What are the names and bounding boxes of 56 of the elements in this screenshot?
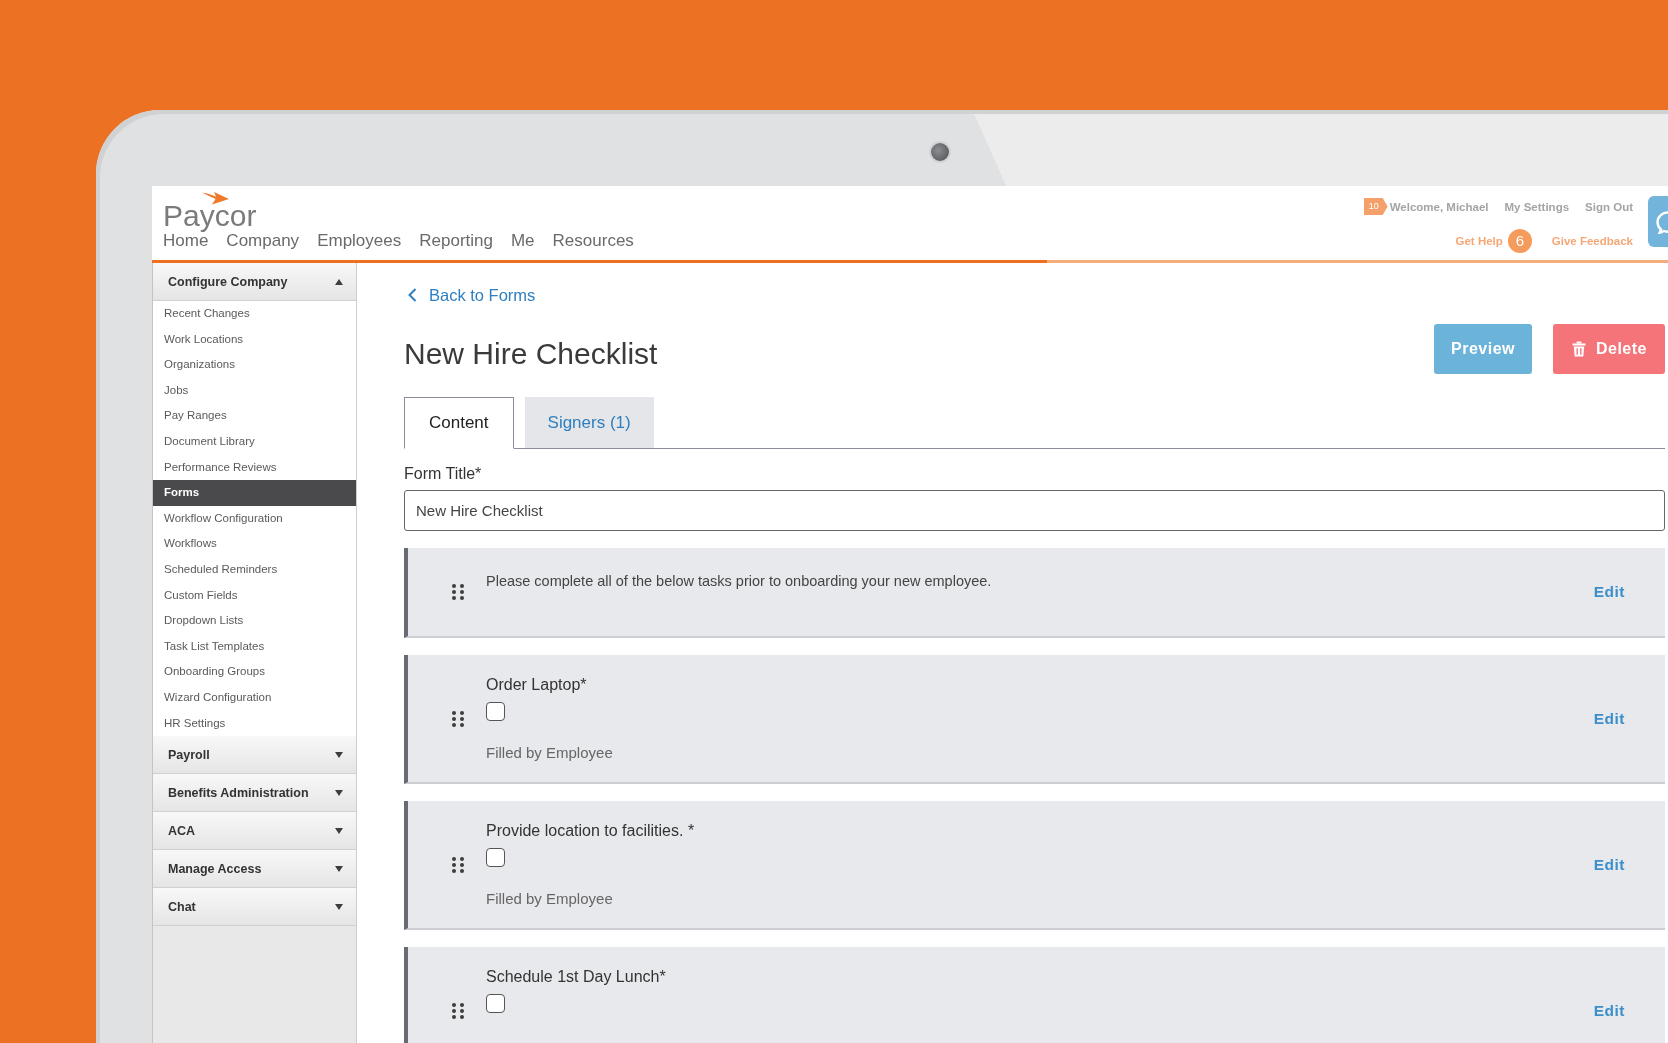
sidebar-item[interactable]: Pay Ranges: [153, 403, 356, 429]
sidebar-item[interactable]: Dropdown Lists: [153, 608, 356, 634]
nav-link[interactable]: Resources: [552, 231, 634, 251]
checkbox[interactable]: [486, 702, 505, 721]
help-count-badge: 6: [1507, 229, 1532, 253]
nav-link[interactable]: Employees: [317, 231, 402, 251]
chevron-left-icon: [408, 288, 417, 302]
sidebar-item[interactable]: Document Library: [153, 428, 356, 455]
instruction-text: Please complete all of the below tasks prior to onboarding your new employee.: [486, 572, 992, 591]
sidebar-section-header[interactable]: Benefits Administration: [153, 774, 356, 813]
nav-link[interactable]: Home: [163, 231, 209, 251]
nav-link[interactable]: Me: [510, 231, 535, 251]
sidebar-section-header[interactable]: Configure Company: [153, 263, 356, 301]
sidebar-section-header[interactable]: Chat: [153, 888, 356, 927]
assignee-text: Filled by Employee: [486, 743, 613, 763]
sidebar-item[interactable]: Recent Changes: [153, 301, 356, 327]
sidebar-section-header[interactable]: Manage Access: [153, 850, 356, 889]
drag-handle-icon[interactable]: [452, 856, 464, 873]
drag-handle-icon[interactable]: [452, 584, 464, 600]
field-label: Order Laptop*: [486, 675, 587, 695]
sidebar-item[interactable]: Performance Reviews: [153, 454, 356, 481]
sidebar-item[interactable]: Jobs: [153, 377, 356, 404]
drag-handle-icon[interactable]: [452, 710, 464, 727]
text-field[interactable]: New Hire Checklist: [404, 490, 1665, 531]
sidebar-section-header[interactable]: Payroll: [153, 736, 356, 775]
sidebar-section-header[interactable]: ACA: [153, 812, 356, 851]
sidebar-item[interactable]: Work Locations: [153, 326, 356, 353]
tab[interactable]: Content: [404, 397, 514, 449]
sidebar-item[interactable]: Workflows: [153, 531, 356, 557]
drag-handle-icon[interactable]: [452, 1002, 464, 1019]
sidebar-item[interactable]: Workflow Configuration: [153, 505, 356, 532]
brand-logo: Paycor: [163, 205, 257, 234]
sidebar-item[interactable]: Custom Fields: [153, 582, 356, 609]
checkbox[interactable]: [486, 994, 505, 1013]
sidebar-item[interactable]: HR Settings: [153, 710, 356, 737]
sidebar-item[interactable]: Organizations: [153, 352, 356, 378]
checkbox[interactable]: [486, 848, 505, 867]
welcome-text: Welcome, Michael: [1389, 200, 1489, 213]
field-label: Form Title*: [404, 464, 482, 484]
nav-link[interactable]: Reporting: [419, 231, 493, 251]
camera-lens: [929, 141, 951, 163]
sidebar-item[interactable]: Scheduled Reminders: [153, 556, 356, 583]
swoosh-icon: [202, 192, 229, 205]
sidebar-item[interactable]: Task List Templates: [153, 633, 356, 660]
back-link[interactable]: Back to Forms: [408, 285, 536, 305]
nav-link[interactable]: Company: [226, 231, 300, 251]
sidebar-item[interactable]: Onboarding Groups: [153, 659, 356, 685]
field-label: Schedule 1st Day Lunch*: [486, 967, 666, 987]
field-label: Provide location to facilities. *: [486, 821, 695, 841]
sidebar-item[interactable]: Forms: [153, 480, 356, 506]
sidebar-item[interactable]: Wizard Configuration: [153, 684, 356, 711]
tab[interactable]: Signers (1): [524, 397, 654, 448]
assignee-text: Filled by Employee: [486, 889, 613, 909]
chat-icon: [1655, 209, 1668, 234]
trash-icon: [1571, 341, 1586, 357]
page-title: New Hire Checklist: [404, 336, 658, 372]
